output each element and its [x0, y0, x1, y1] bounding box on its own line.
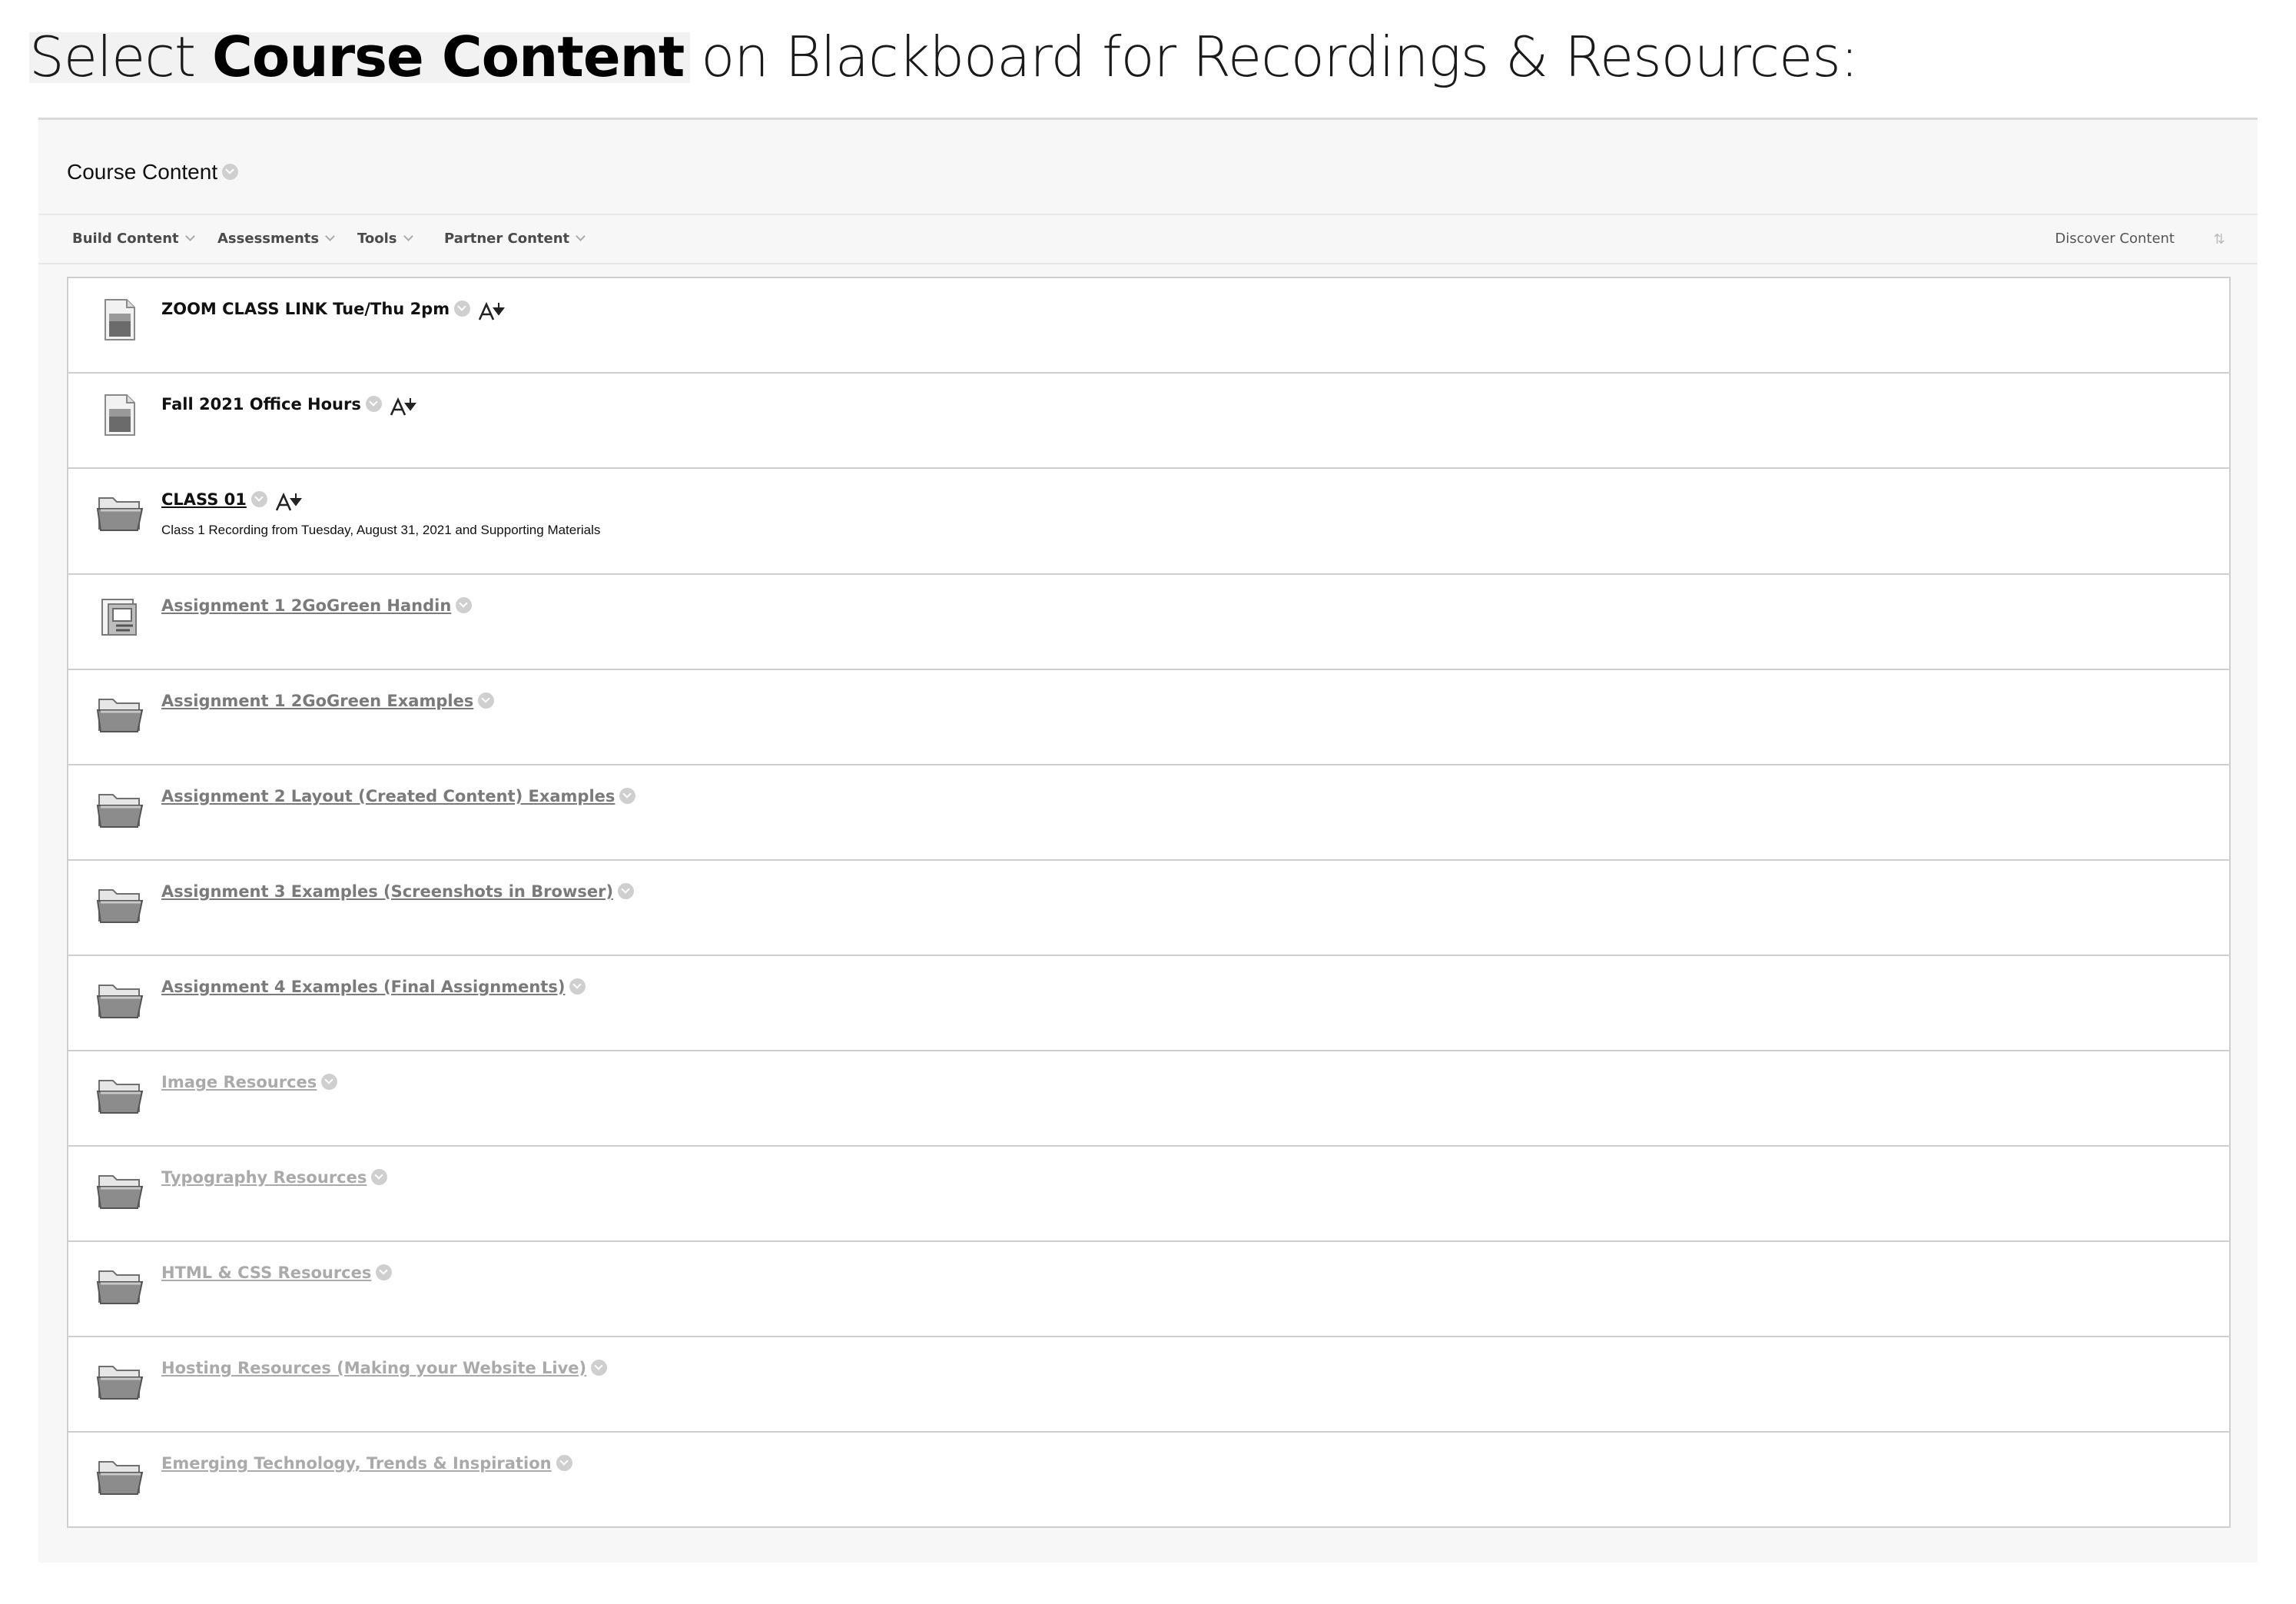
- item-options-chevron-icon[interactable]: [365, 395, 382, 412]
- folder-icon: [96, 787, 144, 833]
- folder-icon: [96, 978, 144, 1024]
- tools-label: Tools: [357, 231, 397, 247]
- item-options-chevron-icon[interactable]: [619, 787, 636, 804]
- content-item-title: HTML & CSS Resources: [161, 1264, 372, 1282]
- folder-icon: [96, 882, 144, 928]
- content-item-title: CLASS 01: [161, 490, 247, 509]
- action-toolbar: Build Content Assessments Tools Partner …: [38, 215, 2258, 264]
- instruction-headline: Select Course Content on Blackboard for …: [29, 14, 1859, 100]
- headline-emphasis: Course Content: [212, 25, 685, 89]
- adaptive-release-icon[interactable]: [390, 397, 417, 417]
- headline-prefix: Select: [29, 25, 213, 89]
- content-item-title: Typography Resources: [161, 1168, 367, 1187]
- content-item-title-link[interactable]: HTML & CSS Resources: [161, 1264, 393, 1282]
- content-item-title-link[interactable]: Image Resources: [161, 1073, 338, 1091]
- content-item: Assignment 1 2GoGreen Handin: [68, 575, 2229, 670]
- item-options-chevron-icon[interactable]: [569, 978, 586, 995]
- folder-icon: [96, 1454, 144, 1500]
- content-item-title: Image Resources: [161, 1073, 317, 1091]
- folder-icon: [96, 490, 144, 536]
- blackboard-content-area: Course Content Build Content Assessments…: [38, 118, 2258, 1562]
- item-options-chevron-icon[interactable]: [591, 1359, 608, 1376]
- content-item: Hosting Resources (Making your Website L…: [68, 1337, 2229, 1433]
- content-item: Fall 2021 Office Hours: [68, 374, 2229, 469]
- page-title: Course Content: [67, 160, 239, 184]
- chevron-down-icon: [184, 231, 195, 241]
- content-list: ZOOM CLASS LINK Tue/Thu 2pm Fall 2021 Off…: [67, 277, 2231, 1528]
- item-options-chevron-icon[interactable]: [321, 1073, 338, 1090]
- folder-icon: [96, 1359, 144, 1405]
- build-content-label: Build Content: [72, 231, 179, 247]
- content-item-title-link[interactable]: Emerging Technology, Trends & Inspiratio…: [161, 1454, 572, 1473]
- tools-menu[interactable]: Tools: [357, 215, 413, 263]
- adaptive-release-icon[interactable]: [275, 492, 303, 512]
- page-options-chevron-icon[interactable]: [222, 164, 239, 181]
- content-item-title: Emerging Technology, Trends & Inspiratio…: [161, 1454, 552, 1473]
- chevron-down-icon: [576, 231, 586, 241]
- item-options-chevron-icon[interactable]: [251, 490, 267, 507]
- content-item: Typography Resources: [68, 1147, 2229, 1242]
- content-item-title-link[interactable]: Assignment 2 Layout (Created Content) Ex…: [161, 787, 636, 805]
- chevron-down-icon: [325, 231, 335, 241]
- content-item-description: Class 1 Recording from Tuesday, August 3…: [161, 523, 601, 537]
- folder-icon: [96, 1073, 144, 1119]
- content-item: HTML & CSS Resources: [68, 1242, 2229, 1337]
- document-icon: [96, 297, 142, 343]
- content-item-title-link[interactable]: Assignment 1 2GoGreen Examples: [161, 692, 495, 710]
- folder-icon: [96, 1264, 144, 1310]
- content-item-title-link[interactable]: Hosting Resources (Making your Website L…: [161, 1359, 608, 1377]
- content-item: Image Resources: [68, 1051, 2229, 1147]
- content-item-title: Assignment 3 Examples (Screenshots in Br…: [161, 882, 614, 901]
- chevron-down-icon: [403, 231, 413, 241]
- item-options-chevron-icon[interactable]: [478, 692, 495, 709]
- content-item-title-link[interactable]: ZOOM CLASS LINK Tue/Thu 2pm: [161, 300, 506, 320]
- partner-content-menu[interactable]: Partner Content: [444, 215, 586, 263]
- content-item-title: Fall 2021 Office Hours: [161, 395, 361, 413]
- content-item-title-link[interactable]: Fall 2021 Office Hours: [161, 395, 417, 417]
- build-content-menu[interactable]: Build Content: [72, 215, 195, 263]
- item-options-chevron-icon[interactable]: [456, 596, 473, 613]
- item-options-chevron-icon[interactable]: [618, 882, 635, 899]
- content-item-title: Assignment 4 Examples (Final Assignments…: [161, 978, 566, 996]
- content-item-title: Assignment 1 2GoGreen Examples: [161, 692, 474, 710]
- content-item-title: ZOOM CLASS LINK Tue/Thu 2pm: [161, 300, 450, 318]
- content-item: Assignment 2 Layout (Created Content) Ex…: [68, 765, 2229, 861]
- page-header: Course Content: [38, 129, 2258, 215]
- content-item: Assignment 1 2GoGreen Examples: [68, 670, 2229, 765]
- item-options-chevron-icon[interactable]: [376, 1264, 393, 1280]
- content-item-title-link[interactable]: Assignment 3 Examples (Screenshots in Br…: [161, 882, 635, 901]
- adaptive-release-icon[interactable]: [478, 301, 506, 321]
- content-item: Assignment 3 Examples (Screenshots in Br…: [68, 861, 2229, 956]
- assessments-menu[interactable]: Assessments: [217, 215, 335, 263]
- page-title-text: Course Content: [67, 160, 218, 184]
- content-item: ZOOM CLASS LINK Tue/Thu 2pm: [68, 278, 2229, 374]
- partner-content-label: Partner Content: [444, 231, 570, 247]
- content-item-title-link[interactable]: CLASS 01: [161, 490, 303, 512]
- item-options-chevron-icon[interactable]: [371, 1168, 388, 1185]
- item-options-chevron-icon[interactable]: [454, 300, 471, 317]
- assessments-label: Assessments: [217, 231, 320, 247]
- content-item-title: Hosting Resources (Making your Website L…: [161, 1359, 587, 1377]
- discover-content-link[interactable]: Discover Content: [2055, 215, 2175, 263]
- document-icon: [96, 392, 142, 438]
- item-options-chevron-icon[interactable]: [556, 1454, 572, 1471]
- content-item-title: Assignment 2 Layout (Created Content) Ex…: [161, 787, 615, 805]
- folder-icon: [96, 692, 144, 738]
- content-item-title-link[interactable]: Assignment 4 Examples (Final Assignments…: [161, 978, 586, 996]
- assignment-icon: [96, 593, 142, 639]
- content-item-title-link[interactable]: Typography Resources: [161, 1168, 388, 1187]
- content-item: Emerging Technology, Trends & Inspiratio…: [68, 1433, 2229, 1526]
- content-item-title: Assignment 1 2GoGreen Handin: [161, 596, 452, 615]
- folder-icon: [96, 1168, 144, 1214]
- content-item: CLASS 01 Class 1 Recording from Tuesday, …: [68, 469, 2229, 575]
- content-item: Assignment 4 Examples (Final Assignments…: [68, 956, 2229, 1051]
- headline-suffix: on Blackboard for Recordings & Resources…: [684, 25, 1859, 89]
- content-item-title-link[interactable]: Assignment 1 2GoGreen Handin: [161, 596, 473, 615]
- reorder-icon[interactable]: ⇅: [2211, 231, 2227, 247]
